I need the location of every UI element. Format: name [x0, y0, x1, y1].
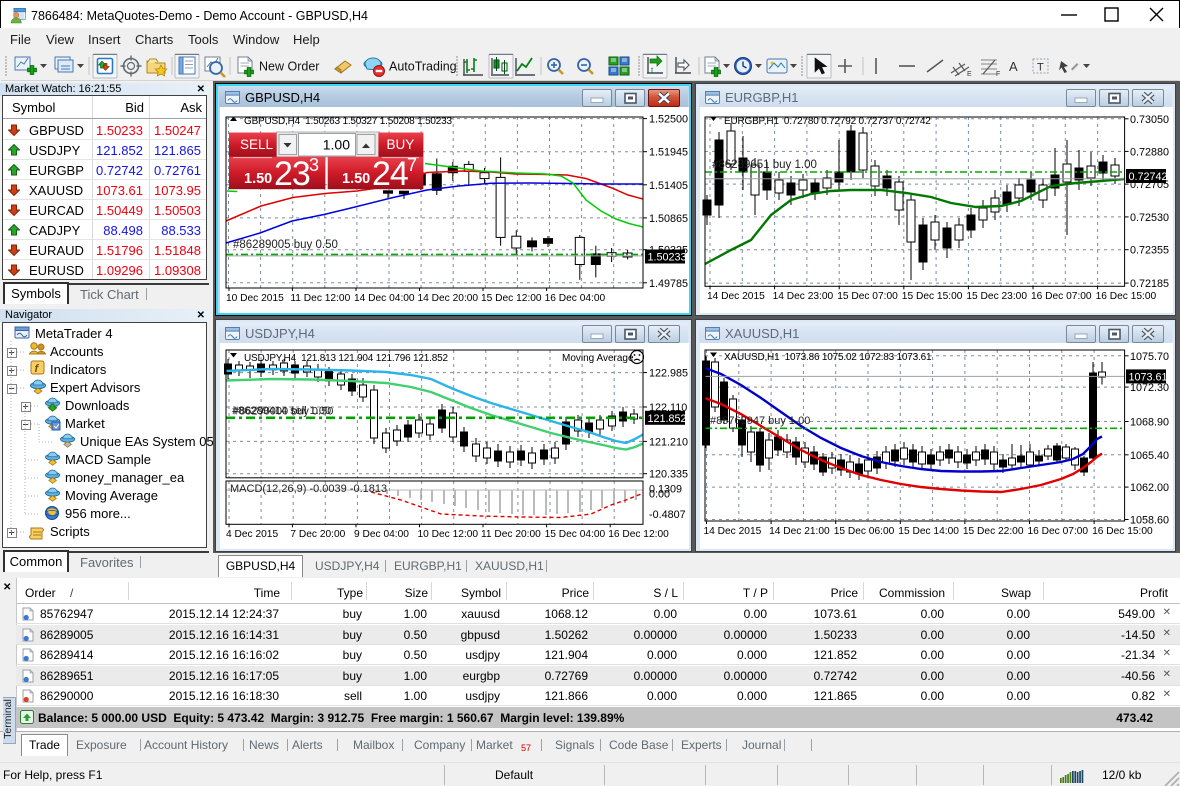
svg-text:A: A: [1009, 59, 1018, 74]
svg-text:0.72530: 0.72530: [1130, 212, 1169, 224]
svg-text:16 Dec 12:00: 16 Dec 12:00: [608, 529, 669, 540]
svg-text:1062.00: 1062.00: [1130, 482, 1169, 494]
svg-text:121.852: 121.852: [648, 413, 687, 425]
svg-text:10 Dec 12:00: 10 Dec 12:00: [418, 529, 479, 540]
svg-text:1075.70: 1075.70: [1130, 351, 1169, 363]
svg-text:EURGBP,H1 0.72780 0.72792 0.7: EURGBP,H1 0.72780 0.72792 0.72737 0.7274…: [724, 116, 931, 127]
svg-text:14 Dec 04:00: 14 Dec 04:00: [354, 293, 415, 304]
svg-text:122.985: 122.985: [649, 368, 688, 380]
svg-text:XAUUSD,H1 1073.86 1075.02 107: XAUUSD,H1 1073.86 1075.02 1072.83 1073.6…: [724, 352, 932, 363]
svg-text:1.51945: 1.51945: [649, 147, 688, 159]
svg-text:15 Dec 07:00: 15 Dec 07:00: [837, 291, 898, 302]
svg-text:1.00: 1.00: [323, 137, 350, 153]
svg-text:11 Dec 12:00: 11 Dec 12:00: [290, 293, 350, 304]
svg-text:1.51405: 1.51405: [649, 180, 688, 192]
svg-text:15 Dec 06:00: 15 Dec 06:00: [834, 526, 895, 537]
svg-text:F: F: [996, 71, 1000, 78]
svg-text:10 Dec 2015: 10 Dec 2015: [226, 293, 284, 304]
svg-text:1065.40: 1065.40: [1130, 450, 1169, 462]
svg-text:14 Dec 20:00: 14 Dec 20:00: [418, 293, 479, 304]
svg-text:-0.4807: -0.4807: [649, 509, 686, 521]
svg-text:16 Dec 07:00: 16 Dec 07:00: [1028, 526, 1089, 537]
svg-text:15 Dec 23:00: 15 Dec 23:00: [966, 291, 1027, 302]
svg-text:GBPUSD,H4 1.50263 1.50327 1.5: GBPUSD,H4 1.50263 1.50327 1.50208 1.5023…: [244, 116, 453, 127]
svg-text:4 Dec 2015: 4 Dec 2015: [226, 529, 278, 540]
svg-text:SELL: SELL: [240, 137, 274, 152]
svg-text:16 Dec 07:00: 16 Dec 07:00: [1031, 291, 1092, 302]
svg-text:0.72880: 0.72880: [1130, 146, 1169, 158]
svg-text:7: 7: [407, 155, 417, 175]
svg-text:BUY: BUY: [387, 137, 415, 152]
svg-text:1.50865: 1.50865: [649, 213, 688, 225]
svg-text:1.50: 1.50: [342, 171, 370, 187]
svg-text:0.00: 0.00: [649, 489, 670, 501]
svg-text:15 Dec 04:00: 15 Dec 04:00: [545, 529, 606, 540]
svg-text:AutoTrading: AutoTrading: [389, 60, 457, 74]
svg-text:16 Dec 04:00: 16 Dec 04:00: [545, 293, 606, 304]
svg-text:1058.60: 1058.60: [1130, 515, 1169, 527]
svg-text:#86290000 buy 0.50: #86290000 buy 0.50: [233, 406, 333, 418]
svg-text:120.335: 120.335: [649, 469, 688, 481]
svg-text:Moving Average: Moving Average: [562, 353, 634, 364]
svg-text:3: 3: [309, 155, 319, 175]
svg-text:14 Dec 2015: 14 Dec 2015: [704, 526, 762, 537]
svg-text:14 Dec 23:00: 14 Dec 23:00: [773, 291, 834, 302]
svg-text:MACD(12,26,9) -0.0039 -0.1813: MACD(12,26,9) -0.0039 -0.1813: [230, 483, 387, 495]
svg-text:#86289005 buy 0.50: #86289005 buy 0.50: [233, 239, 338, 251]
svg-text:15 Dec 12:00: 15 Dec 12:00: [481, 293, 542, 304]
svg-text:15 Dec 22:00: 15 Dec 22:00: [963, 526, 1024, 537]
svg-text:15 Dec 15:00: 15 Dec 15:00: [902, 291, 963, 302]
svg-text:16 Dec 15:00: 16 Dec 15:00: [1096, 291, 1157, 302]
svg-text:1068.90: 1068.90: [1130, 417, 1169, 429]
svg-text:0.72355: 0.72355: [1130, 245, 1169, 257]
svg-text:0.73050: 0.73050: [1130, 114, 1169, 126]
svg-text:T: T: [1037, 62, 1044, 74]
svg-text:23: 23: [274, 155, 310, 193]
svg-text:1072.30: 1072.30: [1130, 382, 1169, 394]
svg-text:15 Dec 14:00: 15 Dec 14:00: [898, 526, 959, 537]
svg-text:14 Dec 21:00: 14 Dec 21:00: [769, 526, 830, 537]
svg-text:9 Dec 04:00: 9 Dec 04:00: [354, 529, 409, 540]
svg-text:0.72185: 0.72185: [1130, 278, 1169, 290]
svg-text:16 Dec 15:00: 16 Dec 15:00: [1092, 526, 1153, 537]
svg-text:7 Dec 20:00: 7 Dec 20:00: [290, 529, 345, 540]
svg-text:1073.61: 1073.61: [1129, 371, 1168, 383]
svg-text:USDJPY,H4 121.813 121.904 121: USDJPY,H4 121.813 121.904 121.796 121.85…: [244, 353, 448, 364]
svg-text:0.72742: 0.72742: [1129, 171, 1168, 183]
svg-text:E: E: [967, 71, 972, 78]
svg-text:New Order: New Order: [259, 60, 319, 74]
svg-text:14 Dec 2015: 14 Dec 2015: [707, 291, 765, 302]
svg-text:1.50: 1.50: [244, 171, 272, 187]
svg-text:1.49785: 1.49785: [649, 278, 688, 290]
svg-text:121.210: 121.210: [649, 436, 688, 448]
svg-text:1.50233: 1.50233: [648, 252, 687, 264]
svg-text:24: 24: [372, 155, 408, 193]
svg-text:#85762947 buy 1.00: #85762947 buy 1.00: [710, 415, 810, 427]
svg-text:11 Dec 20:00: 11 Dec 20:00: [481, 529, 541, 540]
svg-text:1.52500: 1.52500: [649, 114, 688, 126]
svg-text:#86289651 buy 1.00: #86289651 buy 1.00: [712, 159, 817, 171]
